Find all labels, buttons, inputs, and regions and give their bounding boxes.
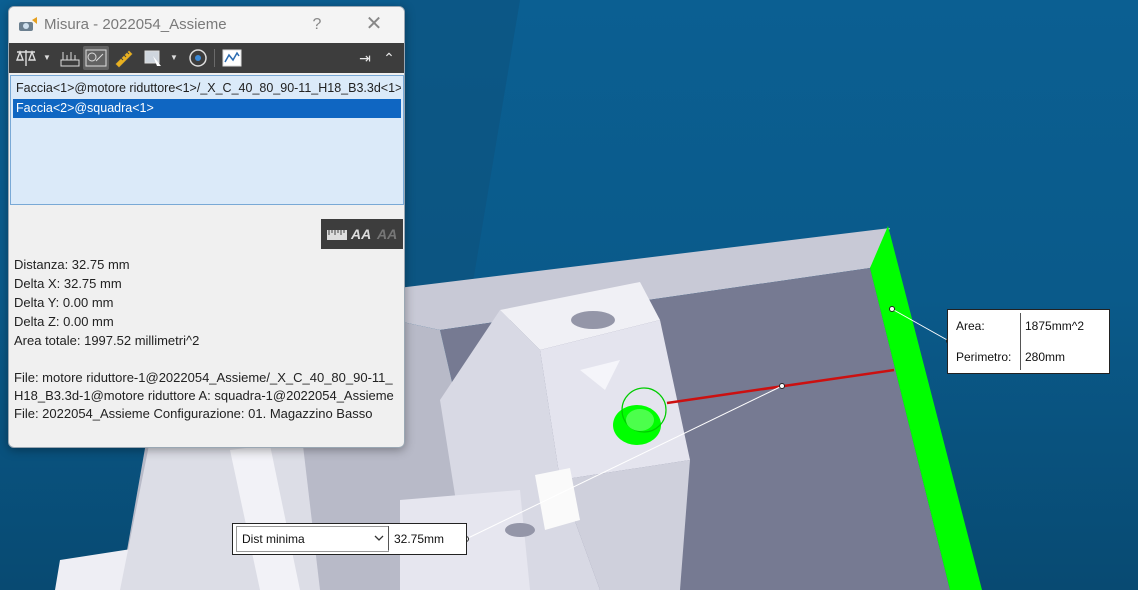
list-item[interactable]: Faccia<2>@squadra<1> [13, 99, 401, 118]
measure-history-icon[interactable] [185, 46, 211, 70]
perimeter-value: 280mm [1025, 350, 1066, 364]
measure-results: Distanza: 32.75 mm Delta X: 32.75 mm Del… [14, 255, 399, 350]
perimeter-label: Perimetro: [956, 350, 1012, 364]
result-delta-z: Delta Z: 0.00 mm [14, 314, 114, 329]
result-delta-y: Delta Y: 0.00 mm [14, 295, 114, 310]
sensor-icon[interactable] [219, 46, 245, 70]
shaft-inner [626, 409, 654, 431]
file-info-2: File: 2022054_Assieme Configurazione: 01… [14, 406, 373, 421]
show-xyz-icon[interactable] [57, 46, 83, 70]
area-row: Area: 1875mm^2 [948, 310, 1109, 341]
result-distance: Distanza: 32.75 mm [14, 257, 130, 272]
point-to-point-icon[interactable] [83, 46, 109, 70]
distance-value: 32.75mm [394, 532, 445, 546]
area-label: Area: [956, 319, 985, 333]
bracket-hole [571, 311, 615, 329]
file-info: File: motore riduttore-1@2022054_Assieme… [14, 369, 399, 423]
distance-mode-label: Dist minima [242, 532, 305, 546]
dialog-title: Misura - 2022054_Assieme [44, 16, 227, 33]
text-size-disabled-icon[interactable]: AA [377, 222, 401, 246]
ruler-icon[interactable] [111, 46, 137, 70]
dialog-titlebar[interactable]: Misura - 2022054_Assieme ? ✕ [9, 7, 404, 43]
perimeter-row: Perimetro: 280mm [948, 341, 1109, 372]
measure-dialog: Misura - 2022054_Assieme ? ✕ ▼ ▼ ⇥ ⌃ Fac… [8, 6, 405, 448]
projection-dropdown-icon[interactable]: ▼ [169, 46, 179, 70]
area-callout[interactable]: Area: 1875mm^2 Perimetro: 280mm [947, 309, 1110, 374]
chevron-down-icon [373, 531, 385, 548]
distance-value-box: 32.75mm [388, 526, 463, 550]
distance-leader-dot [779, 383, 785, 389]
toolbar-separator [214, 49, 215, 67]
distance-mode-select[interactable]: Dist minima [236, 526, 389, 552]
area-value: 1875mm^2 [1025, 319, 1084, 333]
list-item[interactable]: Faccia<1>@motore riduttore<1>/_X_C_40_80… [13, 79, 401, 98]
measure-tool-icon [18, 16, 38, 34]
result-delta-x: Delta X: 32.75 mm [14, 276, 122, 291]
pin-icon[interactable]: ⇥ [354, 46, 376, 70]
close-button[interactable]: ✕ [362, 13, 386, 37]
units-precision-icon[interactable] [14, 46, 40, 70]
dimension-display-icon[interactable] [325, 222, 349, 246]
selection-list[interactable]: Faccia<1>@motore riduttore<1>/_X_C_40_80… [10, 75, 404, 205]
collapse-icon[interactable]: ⌃ [379, 46, 399, 70]
measure-toolbar: ▼ ▼ ⇥ ⌃ [9, 43, 404, 73]
result-total-area: Area totale: 1997.52 millimetri^2 [14, 333, 200, 348]
file-info-1: File: motore riduttore-1@2022054_Assieme… [14, 370, 394, 403]
area-leader-dot [889, 306, 895, 312]
base-hole [505, 523, 535, 537]
units-dropdown-icon[interactable]: ▼ [42, 46, 52, 70]
distance-callout: Dist minima 32.75mm [232, 523, 467, 555]
display-options-bar: AA AA [321, 219, 403, 249]
text-size-icon[interactable]: AA [351, 222, 375, 246]
help-button[interactable]: ? [305, 13, 329, 37]
projection-icon[interactable] [141, 46, 167, 70]
